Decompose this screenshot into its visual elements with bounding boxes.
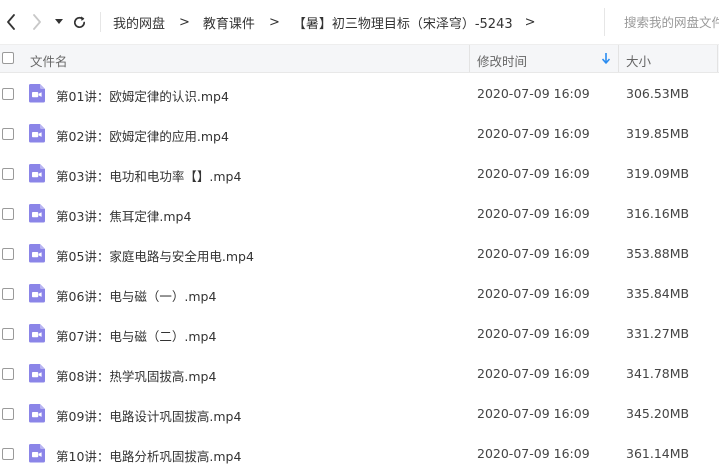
file-name[interactable]: 第01讲：欧姆定律的认识.mp4 bbox=[56, 86, 229, 105]
breadcrumb-item-current-folder[interactable]: 【暑】初三物理目标（宋泽穹）-5243 bbox=[293, 13, 513, 32]
file-size: 341.78MB bbox=[626, 366, 690, 381]
file-size: 353.88MB bbox=[626, 246, 690, 261]
file-list: 第01讲：欧姆定律的认识.mp4 2020-07-09 16:09 306.53… bbox=[0, 73, 719, 473]
file-name[interactable]: 第03讲：电功和电功率【】.mp4 bbox=[56, 166, 241, 185]
row-checkbox[interactable] bbox=[2, 208, 14, 220]
file-row[interactable]: 第08讲：热学巩固拔高.mp4 2020-07-09 16:09 341.78M… bbox=[0, 353, 719, 393]
file-row[interactable]: 第03讲：焦耳定律.mp4 2020-07-09 16:09 316.16MB bbox=[0, 193, 719, 233]
row-checkbox[interactable] bbox=[2, 448, 14, 460]
breadcrumb-separator: > bbox=[524, 14, 536, 30]
toolbar-separator bbox=[100, 12, 101, 32]
file-modified-time: 2020-07-09 16:09 bbox=[477, 246, 590, 261]
file-size: 335.84MB bbox=[626, 286, 690, 301]
video-file-icon bbox=[29, 244, 45, 263]
video-file-icon bbox=[29, 84, 45, 103]
column-header-name[interactable]: 文件名 bbox=[30, 51, 68, 70]
file-name[interactable]: 第09讲：电路设计巩固拔高.mp4 bbox=[56, 406, 241, 425]
file-name[interactable]: 第06讲：电与磁（一）.mp4 bbox=[56, 286, 216, 305]
chevron-right-icon bbox=[33, 14, 41, 30]
row-checkbox[interactable] bbox=[2, 88, 14, 100]
row-checkbox[interactable] bbox=[2, 408, 14, 420]
file-row[interactable]: 第02讲：欧姆定律的应用.mp4 2020-07-09 16:09 319.85… bbox=[0, 113, 719, 153]
file-modified-time: 2020-07-09 16:09 bbox=[477, 446, 590, 461]
file-modified-time: 2020-07-09 16:09 bbox=[477, 166, 590, 181]
select-all-checkbox[interactable] bbox=[2, 52, 14, 64]
row-checkbox[interactable] bbox=[2, 328, 14, 340]
file-row[interactable]: 第03讲：电功和电功率【】.mp4 2020-07-09 16:09 319.0… bbox=[0, 153, 719, 193]
file-name[interactable]: 第02讲：欧姆定律的应用.mp4 bbox=[56, 126, 229, 145]
column-divider[interactable] bbox=[717, 45, 718, 72]
arrow-down-icon[interactable] bbox=[602, 53, 610, 64]
video-file-icon bbox=[29, 404, 45, 423]
file-size: 319.09MB bbox=[626, 166, 690, 181]
file-size: 306.53MB bbox=[626, 86, 690, 101]
file-modified-time: 2020-07-09 16:09 bbox=[477, 326, 590, 341]
column-divider[interactable] bbox=[469, 45, 470, 72]
file-row[interactable]: 第01讲：欧姆定律的认识.mp4 2020-07-09 16:09 306.53… bbox=[0, 73, 719, 113]
refresh-button[interactable] bbox=[68, 7, 90, 37]
file-row[interactable]: 第06讲：电与磁（一）.mp4 2020-07-09 16:09 335.84M… bbox=[0, 273, 719, 313]
row-checkbox[interactable] bbox=[2, 248, 14, 260]
file-size: 316.16MB bbox=[626, 206, 690, 221]
file-modified-time: 2020-07-09 16:09 bbox=[477, 406, 590, 421]
video-file-icon bbox=[29, 164, 45, 183]
video-file-icon bbox=[29, 284, 45, 303]
search-input[interactable] bbox=[624, 14, 719, 30]
column-divider[interactable] bbox=[618, 45, 619, 72]
file-modified-time: 2020-07-09 16:09 bbox=[477, 286, 590, 301]
video-file-icon bbox=[29, 444, 45, 463]
column-header-size[interactable]: 大小 bbox=[626, 51, 651, 70]
file-size: 345.20MB bbox=[626, 406, 690, 421]
file-modified-time: 2020-07-09 16:09 bbox=[477, 126, 590, 141]
row-checkbox[interactable] bbox=[2, 168, 14, 180]
breadcrumb: 我的网盘 > 教育课件 > 【暑】初三物理目标（宋泽穹）-5243 > bbox=[113, 13, 549, 32]
file-size: 319.85MB bbox=[626, 126, 690, 141]
toolbar: 我的网盘 > 教育课件 > 【暑】初三物理目标（宋泽穹）-5243 > bbox=[0, 0, 719, 44]
file-row[interactable]: 第05讲：家庭电路与安全用电.mp4 2020-07-09 16:09 353.… bbox=[0, 233, 719, 273]
row-checkbox[interactable] bbox=[2, 288, 14, 300]
chevron-left-icon bbox=[7, 14, 15, 30]
back-button[interactable] bbox=[0, 7, 22, 37]
column-header-modified-time[interactable]: 修改时间 bbox=[477, 51, 527, 70]
video-file-icon bbox=[29, 324, 45, 343]
refresh-icon bbox=[73, 15, 85, 28]
file-size: 331.27MB bbox=[626, 326, 690, 341]
breadcrumb-separator: > bbox=[268, 14, 280, 30]
file-modified-time: 2020-07-09 16:09 bbox=[477, 366, 590, 381]
file-modified-time: 2020-07-09 16:09 bbox=[477, 86, 590, 101]
file-name[interactable]: 第10讲：电路分析巩固拔高.mp4 bbox=[56, 446, 241, 465]
file-size: 361.14MB bbox=[626, 446, 690, 461]
file-row[interactable]: 第09讲：电路设计巩固拔高.mp4 2020-07-09 16:09 345.2… bbox=[0, 393, 719, 433]
video-file-icon bbox=[29, 364, 45, 383]
file-name[interactable]: 第03讲：焦耳定律.mp4 bbox=[56, 206, 191, 225]
file-row[interactable]: 第10讲：电路分析巩固拔高.mp4 2020-07-09 16:09 361.1… bbox=[0, 433, 719, 473]
row-checkbox[interactable] bbox=[2, 368, 14, 380]
breadcrumb-item-my-drive[interactable]: 我的网盘 bbox=[113, 13, 165, 32]
search-box bbox=[604, 8, 719, 36]
file-list-header: 文件名 修改时间 大小 bbox=[0, 44, 719, 73]
file-name[interactable]: 第07讲：电与磁（二）.mp4 bbox=[56, 326, 216, 345]
breadcrumb-separator: > bbox=[179, 14, 190, 30]
breadcrumb-item-courseware[interactable]: 教育课件 bbox=[203, 13, 255, 32]
video-file-icon bbox=[29, 204, 45, 223]
file-modified-time: 2020-07-09 16:09 bbox=[477, 206, 590, 221]
caret-down-icon bbox=[55, 19, 63, 24]
video-file-icon bbox=[29, 124, 45, 143]
row-checkbox[interactable] bbox=[2, 128, 14, 140]
file-name[interactable]: 第08讲：热学巩固拔高.mp4 bbox=[56, 366, 216, 385]
forward-button[interactable] bbox=[26, 7, 48, 37]
file-name[interactable]: 第05讲：家庭电路与安全用电.mp4 bbox=[56, 246, 254, 265]
history-dropdown-button[interactable] bbox=[52, 7, 66, 37]
file-row[interactable]: 第07讲：电与磁（二）.mp4 2020-07-09 16:09 331.27M… bbox=[0, 313, 719, 353]
